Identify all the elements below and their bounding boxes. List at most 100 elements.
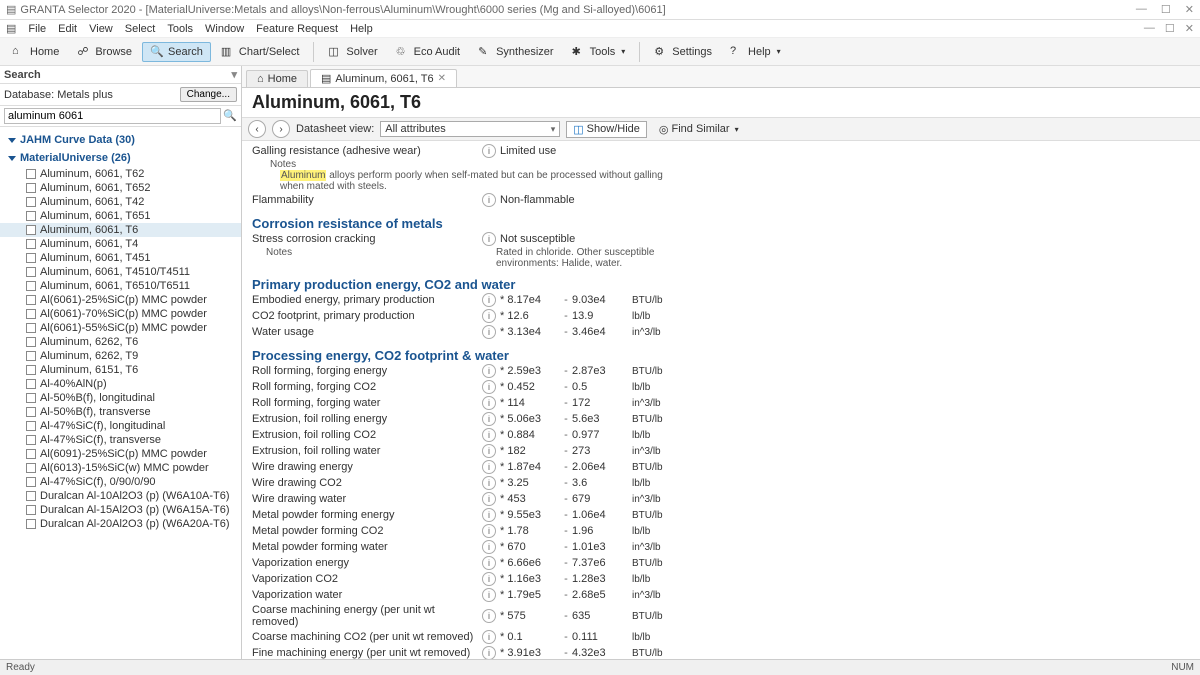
minimize-icon[interactable]: —: [1136, 3, 1147, 16]
window-title: GRANTA Selector 2020 - [MaterialUniverse…: [20, 4, 665, 16]
panel-options-icon[interactable]: ▾: [231, 68, 237, 81]
tree-item[interactable]: Al-47%SiC(f), 0/90/0/90: [0, 475, 241, 489]
find-similar-button[interactable]: ◎Find Similar▾: [653, 122, 745, 137]
tree-item[interactable]: Al(6061)-70%SiC(p) MMC powder: [0, 307, 241, 321]
tree-item[interactable]: Aluminum, 6061, T652: [0, 181, 241, 195]
mini-close-icon[interactable]: ✕: [1185, 22, 1194, 35]
info-icon[interactable]: i: [482, 232, 496, 246]
tree-item[interactable]: Aluminum, 6061, T6: [0, 223, 241, 237]
tree-item[interactable]: Aluminum, 6061, T62: [0, 167, 241, 181]
datasheet-toolbar: ‹ › Datasheet view: All attributes▾ ◫Sho…: [242, 117, 1200, 141]
maximize-icon[interactable]: ☐: [1161, 3, 1171, 16]
info-icon[interactable]: i: [482, 444, 496, 458]
chart-select-button[interactable]: ▥Chart/Select: [213, 42, 308, 62]
attr-row: Coarse machining energy (per unit wt rem…: [252, 603, 1190, 629]
info-icon[interactable]: i: [482, 380, 496, 394]
back-button[interactable]: ‹: [248, 120, 266, 138]
info-icon[interactable]: i: [482, 396, 496, 410]
mini-max-icon[interactable]: ☐: [1165, 22, 1175, 35]
menu-file[interactable]: File: [28, 23, 46, 35]
search-icon: 🔍: [150, 45, 164, 59]
tab-home[interactable]: ⌂Home: [246, 70, 308, 87]
tree-item[interactable]: Aluminum, 6262, T6: [0, 335, 241, 349]
info-icon[interactable]: i: [482, 309, 496, 323]
tree-root-materialuniverse[interactable]: MaterialUniverse (26): [0, 149, 241, 167]
tree-item[interactable]: Aluminum, 6061, T4510/T4511: [0, 265, 241, 279]
attr-row: Fine machining energy (per unit wt remov…: [252, 645, 1190, 659]
info-icon[interactable]: i: [482, 460, 496, 474]
synthesizer-button[interactable]: ✎Synthesizer: [470, 42, 561, 62]
forward-button[interactable]: ›: [272, 120, 290, 138]
help-button[interactable]: ?Help▾: [722, 42, 789, 62]
info-icon[interactable]: i: [482, 325, 496, 339]
search-input[interactable]: [4, 108, 221, 124]
tools-button[interactable]: ✱Tools▾: [564, 42, 634, 62]
info-icon[interactable]: i: [482, 412, 496, 426]
info-icon[interactable]: i: [482, 492, 496, 506]
datasheet-view-select[interactable]: All attributes▾: [380, 121, 560, 137]
info-icon[interactable]: i: [482, 630, 496, 644]
tree-item[interactable]: Aluminum, 6151, T6: [0, 363, 241, 377]
change-db-button[interactable]: Change...: [180, 87, 237, 102]
search-go-icon[interactable]: 🔍: [223, 109, 237, 123]
chevron-down-icon: ▾: [551, 124, 556, 135]
info-icon[interactable]: i: [482, 293, 496, 307]
tree-item[interactable]: Al-47%SiC(f), longitudinal: [0, 419, 241, 433]
tree-item[interactable]: Duralcan Al-10Al2O3 (p) (W6A10A-T6): [0, 489, 241, 503]
tree-item[interactable]: Al-50%B(f), transverse: [0, 405, 241, 419]
solver-button[interactable]: ◫Solver: [320, 42, 385, 62]
close-tab-icon[interactable]: ✕: [438, 73, 446, 84]
tree-item[interactable]: Al(6091)-25%SiC(p) MMC powder: [0, 447, 241, 461]
cube-icon: ◫: [328, 45, 342, 59]
tab-active-material[interactable]: ▤Aluminum, 6061, T6✕: [310, 69, 457, 87]
menu-help[interactable]: Help: [350, 23, 373, 35]
info-icon[interactable]: i: [482, 588, 496, 602]
tree-item[interactable]: Duralcan Al-15Al2O3 (p) (W6A15A-T6): [0, 503, 241, 517]
info-icon[interactable]: i: [482, 193, 496, 207]
app-menu-icon[interactable]: ▤: [6, 22, 16, 35]
show-hide-button[interactable]: ◫Show/Hide: [566, 121, 647, 138]
close-icon[interactable]: ✕: [1185, 3, 1194, 16]
tree-root-jahm[interactable]: JAHM Curve Data (30): [0, 131, 241, 149]
material-icon: [26, 449, 36, 459]
menu-feature-request[interactable]: Feature Request: [256, 23, 338, 35]
info-icon[interactable]: i: [482, 476, 496, 490]
home-button[interactable]: ⌂Home: [4, 42, 67, 62]
mini-min-icon[interactable]: —: [1144, 22, 1155, 35]
info-icon[interactable]: i: [482, 508, 496, 522]
tree-item[interactable]: Al(6013)-15%SiC(w) MMC powder: [0, 461, 241, 475]
tree-item[interactable]: Aluminum, 6061, T651: [0, 209, 241, 223]
info-icon[interactable]: i: [482, 556, 496, 570]
tree-item[interactable]: Al(6061)-25%SiC(p) MMC powder: [0, 293, 241, 307]
attr-row: Vaporization wateri* 1.79e5-2.68e5in^3/l…: [252, 587, 1190, 603]
tree-item[interactable]: Al-47%SiC(f), transverse: [0, 433, 241, 447]
info-icon[interactable]: i: [482, 609, 496, 623]
tree-item[interactable]: Aluminum, 6061, T42: [0, 195, 241, 209]
info-icon[interactable]: i: [482, 364, 496, 378]
settings-button[interactable]: ⚙Settings: [646, 42, 720, 62]
tree-item[interactable]: Al(6061)-55%SiC(p) MMC powder: [0, 321, 241, 335]
search-button[interactable]: 🔍Search: [142, 42, 211, 62]
menu-view[interactable]: View: [89, 23, 113, 35]
browse-button[interactable]: ☍Browse: [69, 42, 140, 62]
tree-item[interactable]: Aluminum, 6061, T4: [0, 237, 241, 251]
tree-item[interactable]: Duralcan Al-20Al2O3 (p) (W6A20A-T6): [0, 517, 241, 531]
tree-item[interactable]: Al-40%AlN(p): [0, 377, 241, 391]
menu-select[interactable]: Select: [125, 23, 156, 35]
datasheet-body[interactable]: Galling resistance (adhesive wear)iLimit…: [242, 141, 1200, 659]
menu-tools[interactable]: Tools: [167, 23, 193, 35]
info-icon[interactable]: i: [482, 524, 496, 538]
info-icon[interactable]: i: [482, 572, 496, 586]
tree-item[interactable]: Aluminum, 6061, T451: [0, 251, 241, 265]
tree-item[interactable]: Aluminum, 6061, T6510/T6511: [0, 279, 241, 293]
info-icon[interactable]: i: [482, 428, 496, 442]
info-icon[interactable]: i: [482, 540, 496, 554]
info-icon[interactable]: i: [482, 144, 496, 158]
tree-item[interactable]: Aluminum, 6262, T9: [0, 349, 241, 363]
menu-edit[interactable]: Edit: [58, 23, 77, 35]
eco-audit-button[interactable]: ♲Eco Audit: [388, 42, 468, 62]
info-icon[interactable]: i: [482, 646, 496, 659]
tree-item[interactable]: Al-50%B(f), longitudinal: [0, 391, 241, 405]
statusbar: Ready NUM: [0, 659, 1200, 675]
menu-window[interactable]: Window: [205, 23, 244, 35]
